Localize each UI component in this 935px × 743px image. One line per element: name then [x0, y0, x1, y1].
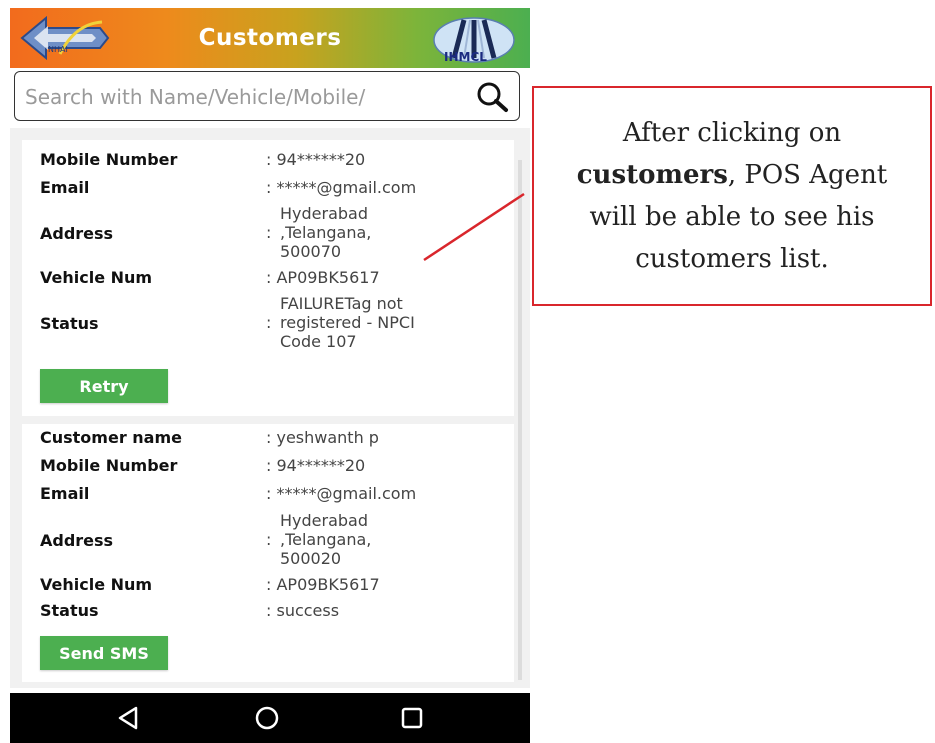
field-value-line: Hyderabad — [280, 511, 368, 530]
back-triangle-icon[interactable] — [116, 705, 142, 731]
field-value: : AP09BK5617 — [266, 268, 380, 287]
field-label: Email — [40, 484, 90, 503]
field-label: Status — [40, 314, 99, 333]
field-value-line: FAILURETag not — [280, 294, 403, 313]
home-circle-icon[interactable] — [254, 705, 280, 731]
detail-row: Mobile Number : 94******20 — [40, 150, 510, 172]
field-value-line: registered - NPCI — [280, 313, 415, 332]
field-value-line: 500020 — [280, 549, 342, 568]
detail-row: Email : *****@gmail.com — [40, 484, 510, 506]
field-label: Mobile Number — [40, 456, 178, 475]
svg-text:NHAI: NHAI — [48, 45, 68, 54]
field-value-line: Hyderabad — [280, 204, 368, 223]
detail-row: Customer name : yeshwanth p — [40, 428, 510, 450]
recents-square-icon[interactable] — [399, 705, 425, 731]
field-label: Status — [40, 601, 99, 620]
annotation-callout: After clicking on customers, POS Agent w… — [532, 86, 932, 306]
annotation-line-rest: , POS Agent — [727, 160, 888, 190]
annotation-line: will be able to see his — [589, 202, 875, 232]
field-colon: : — [266, 313, 272, 332]
phone-screen: NHAI Customers IHMCL Mobile Number : 94*… — [10, 0, 530, 743]
field-label: Vehicle Num — [40, 268, 153, 287]
annotation-line: After clicking on — [622, 118, 842, 148]
field-label: Email — [40, 178, 90, 197]
page-title: Customers — [198, 25, 342, 51]
detail-row: Mobile Number : 94******20 — [40, 456, 510, 478]
annotation-line: customers, POS Agent — [534, 154, 930, 196]
scrollbar[interactable] — [518, 160, 522, 680]
field-value: : *****@gmail.com — [266, 178, 417, 197]
ihmcl-logo: IHMCL — [430, 14, 518, 64]
annotation-line: customers list. — [635, 244, 829, 274]
field-value-line: ,Telangana, — [280, 530, 372, 549]
detail-row: Email : *****@gmail.com — [40, 178, 510, 200]
field-label: Address — [40, 531, 114, 550]
field-value-line: 500070 — [280, 242, 342, 261]
search-bar — [14, 71, 520, 121]
field-label: Vehicle Num — [40, 575, 153, 594]
customer-card: Mobile Number : 94******20 Email : *****… — [22, 140, 514, 416]
detail-row: Status : success — [40, 601, 510, 623]
field-label: Address — [40, 224, 114, 243]
field-colon: : — [266, 530, 272, 549]
field-value-line: ,Telangana, — [280, 223, 372, 242]
send-sms-button[interactable]: Send SMS — [40, 636, 168, 670]
field-value-line: Code 107 — [280, 332, 357, 351]
field-value: : yeshwanth p — [266, 428, 379, 447]
android-nav-bar — [10, 693, 530, 743]
field-value: : *****@gmail.com — [266, 484, 417, 503]
search-input[interactable] — [23, 78, 457, 116]
field-label: Mobile Number — [40, 150, 178, 169]
detail-row: Address Hyderabad : ,Telangana, 500020 — [40, 511, 510, 571]
detail-row: Vehicle Num : AP09BK5617 — [40, 268, 510, 290]
search-icon[interactable] — [475, 80, 509, 114]
app-header: NHAI Customers IHMCL — [10, 8, 530, 68]
field-label: Customer name — [40, 428, 182, 447]
field-value: : 94******20 — [266, 150, 366, 169]
detail-row: Address Hyderabad : ,Telangana, 500070 — [40, 204, 510, 264]
field-value: : AP09BK5617 — [266, 575, 380, 594]
nhai-back-logo-icon: NHAI — [20, 15, 110, 61]
field-value: : 94******20 — [266, 456, 366, 475]
detail-row: Vehicle Num : AP09BK5617 — [40, 575, 510, 597]
svg-text:IHMCL: IHMCL — [444, 50, 487, 64]
field-value: : success — [266, 601, 340, 620]
retry-button[interactable]: Retry — [40, 369, 168, 403]
detail-row: Status FAILURETag not : registered - NPC… — [40, 294, 510, 354]
customer-card: Customer name : yeshwanth p Mobile Numbe… — [22, 424, 514, 682]
annotation-bold-word: customers — [576, 160, 728, 190]
back-button[interactable]: NHAI — [20, 14, 110, 62]
field-colon: : — [266, 223, 272, 242]
